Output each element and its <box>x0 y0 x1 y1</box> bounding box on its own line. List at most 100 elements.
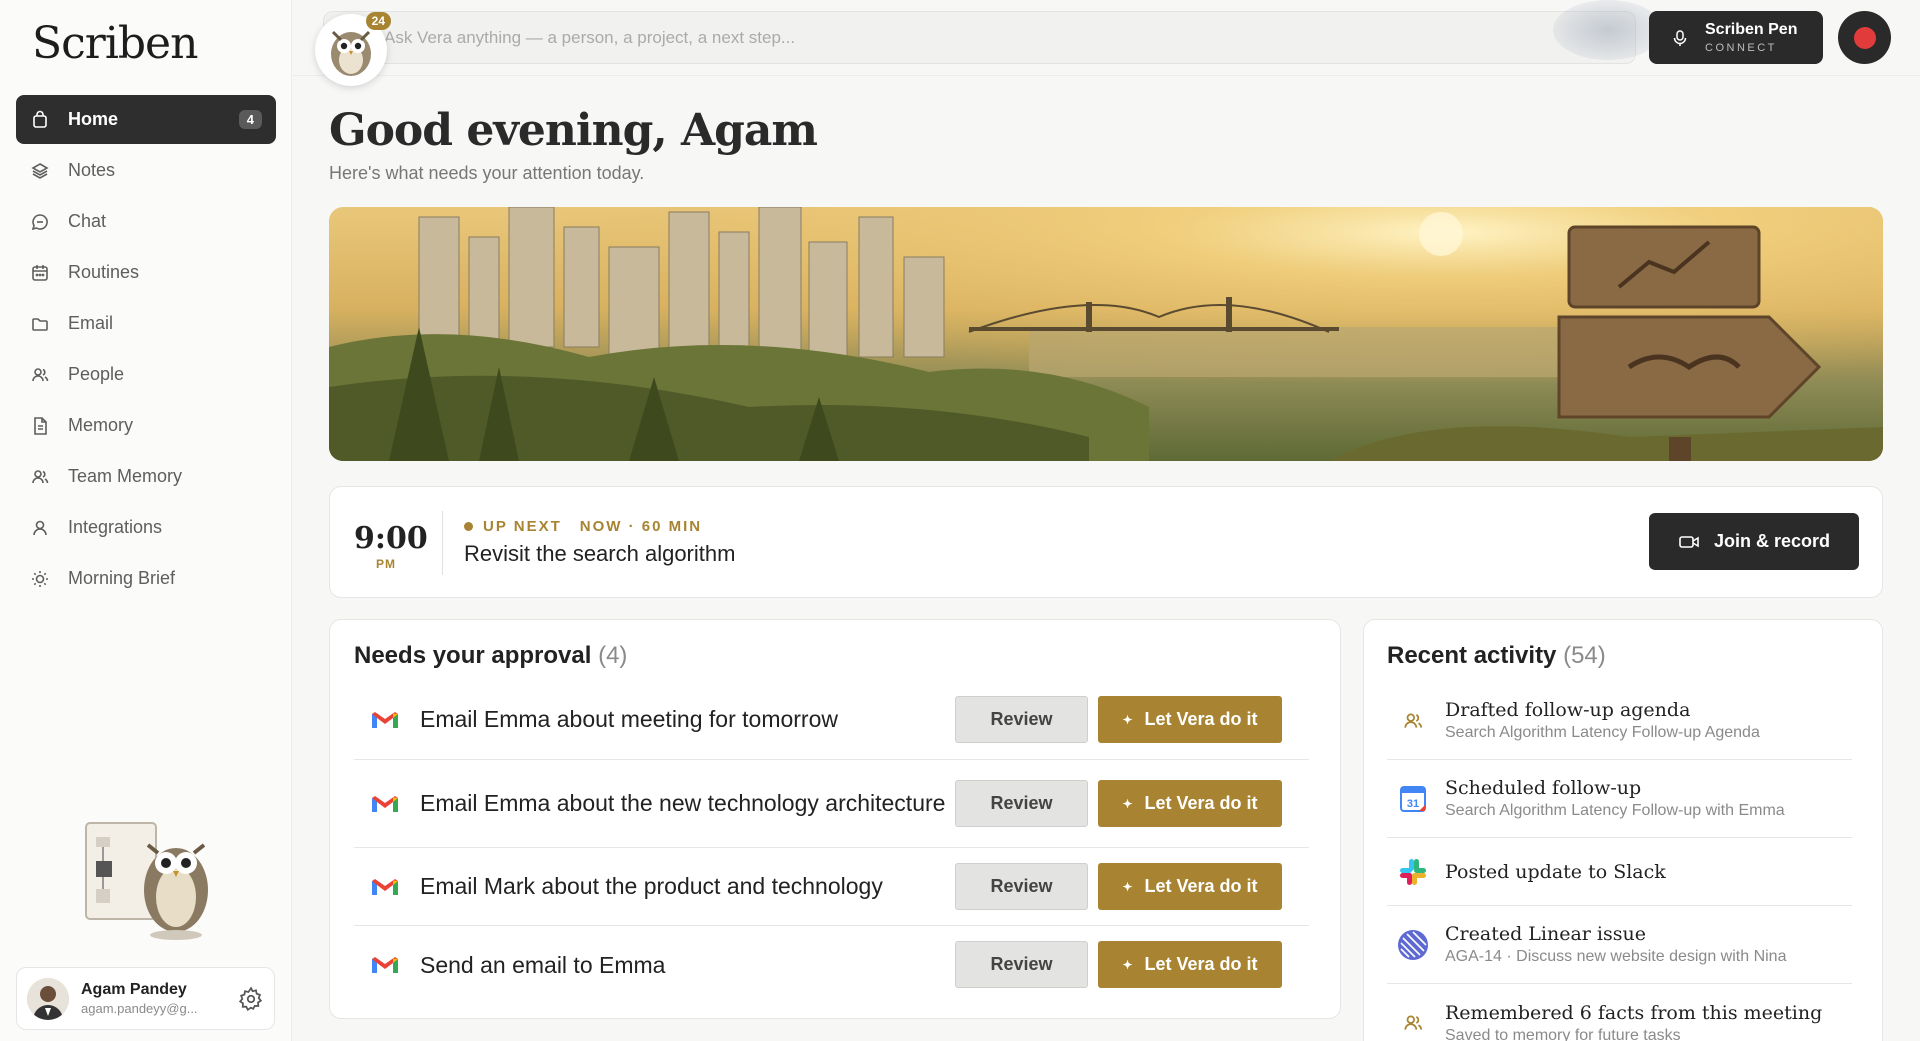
top-bar: 24 Scriben Pen CONNECT <box>293 0 1920 86</box>
event-title: Revisit the search algorithm <box>464 541 736 566</box>
sidebar-item-people[interactable]: People <box>16 350 276 399</box>
sidebar-item-team-memory[interactable]: Team Memory <box>16 452 276 501</box>
activity-title: Scheduled follow-up <box>1445 777 1642 799</box>
hero-banner-image <box>329 207 1883 461</box>
activity-title: Posted update to Slack <box>1445 860 1666 883</box>
approval-item: Email Emma about the new technology arch… <box>354 760 1309 848</box>
activity-subtitle: Saved to memory for future tasks <box>1445 1026 1681 1041</box>
home-icon <box>30 110 50 130</box>
search-input[interactable] <box>384 12 1584 63</box>
let-vera-do-it-button[interactable]: ✦ Let Vera do it <box>1098 696 1282 743</box>
divider <box>442 511 443 575</box>
sidebar-item-label: Email <box>68 313 114 333</box>
vera-button-label: Let Vera do it <box>1144 709 1258 729</box>
sidebar-item-label: Morning Brief <box>68 568 176 588</box>
activity-subtitle: Search Algorithm Latency Follow-up Agend… <box>1445 724 1760 741</box>
gear-icon[interactable] <box>238 985 264 1012</box>
activity-item[interactable]: 31 Scheduled follow-up Search Algorithm … <box>1387 760 1852 838</box>
sidebar-item-label: Integrations <box>68 517 163 537</box>
activity-count: (54) <box>1563 642 1606 669</box>
status-dot-icon <box>464 522 473 531</box>
approval-count: (4) <box>598 642 628 669</box>
pen-subtitle: CONNECT <box>1705 42 1777 54</box>
sidebar-item-routines[interactable]: Routines <box>16 248 276 297</box>
review-button[interactable]: Review <box>955 941 1088 988</box>
sidebar-item-label: Home <box>68 109 119 129</box>
activity-item[interactable]: Drafted follow-up agenda Search Algorith… <box>1387 682 1852 760</box>
approval-title: Needs your approval (4) <box>354 642 627 670</box>
owl-illustration <box>85 822 208 940</box>
review-button[interactable]: Review <box>955 863 1088 910</box>
activity-title-text: Recent activity <box>1387 642 1557 669</box>
sun-icon <box>30 569 50 589</box>
sidebar-item-email[interactable]: Email <box>16 299 276 348</box>
join-and-record-button[interactable]: Join & record <box>1649 513 1859 570</box>
microphone-icon <box>1673 29 1687 46</box>
search-bar <box>323 11 1636 64</box>
page-title: Good evening, Agam <box>329 105 818 156</box>
activity-text: Remembered 6 facts from this meeting Sav… <box>1445 1002 1822 1041</box>
people-icon <box>1395 1005 1431 1041</box>
home-count-badge: 4 <box>238 110 262 129</box>
sidebar-item-memory[interactable]: Memory <box>16 401 276 450</box>
user-name: Agam Pandey <box>81 981 187 998</box>
sidebar-item-notes[interactable]: Notes <box>16 146 276 195</box>
sidebar-item-morning-brief[interactable]: Morning Brief <box>16 554 276 603</box>
approval-item: Email Emma about meeting for tomorrow Re… <box>354 680 1309 760</box>
approval-item-text: Email Emma about meeting for tomorrow <box>420 706 838 732</box>
join-button-label: Join & record <box>1713 531 1831 551</box>
sparkle-icon: ✦ <box>1122 879 1133 894</box>
review-button[interactable]: Review <box>955 780 1088 827</box>
record-dot-icon <box>1853 26 1876 49</box>
sidebar-item-label: Routines <box>68 262 140 282</box>
sidebar-item-label: Team Memory <box>68 466 183 486</box>
gmail-icon <box>372 878 398 895</box>
sidebar-item-integrations[interactable]: Integrations <box>16 503 276 552</box>
person-icon <box>30 518 50 538</box>
activity-item[interactable]: Remembered 6 facts from this meeting Sav… <box>1387 984 1852 1041</box>
gmail-icon <box>372 711 398 728</box>
activity-item[interactable]: Created Linear issue AGA-14 · Discuss ne… <box>1387 906 1852 984</box>
calendar-icon <box>30 263 50 283</box>
activity-text: Posted update to Slack <box>1445 861 1666 883</box>
activity-subtitle: AGA-14 · Discuss new website design with… <box>1445 948 1787 965</box>
vera-button-label: Let Vera do it <box>1144 876 1258 896</box>
up-next-meta: UP NEXT NOW · 60 MIN <box>464 518 702 535</box>
review-button[interactable]: Review <box>955 696 1088 743</box>
up-next-label: UP NEXT <box>483 518 562 535</box>
vera-owl-avatar[interactable]: 24 <box>315 12 391 86</box>
sparkle-icon: ✦ <box>1122 957 1133 972</box>
let-vera-do-it-button[interactable]: ✦ Let Vera do it <box>1098 780 1282 827</box>
approval-panel: Needs your approval (4) Email Emma about… <box>329 619 1341 1019</box>
scriben-pen-connect-button[interactable]: Scriben Pen CONNECT <box>1649 11 1823 64</box>
let-vera-do-it-button[interactable]: ✦ Let Vera do it <box>1098 863 1282 910</box>
sparkle-icon: ✦ <box>1122 712 1133 727</box>
city-sunset-illustration <box>329 207 1883 461</box>
sidebar-item-label: Notes <box>68 160 116 180</box>
vera-button-label: Let Vera do it <box>1144 793 1258 813</box>
avatar <box>27 977 69 1020</box>
activity-title: Drafted follow-up agenda <box>1445 699 1691 721</box>
sparkle-icon: ✦ <box>1122 796 1133 811</box>
sidebar-item-chat[interactable]: Chat <box>16 197 276 246</box>
chat-icon <box>30 212 50 232</box>
blur-overlay <box>1553 0 1663 60</box>
folder-icon <box>30 314 50 334</box>
activity-text: Created Linear issue AGA-14 · Discuss ne… <box>1445 923 1786 966</box>
approval-item-text: Send an email to Emma <box>420 951 666 978</box>
people-icon <box>30 365 50 385</box>
app-logo[interactable]: Scriben <box>32 18 198 69</box>
event-time: 9:00 <box>354 521 428 556</box>
user-email: agam.pandeyy@g... <box>81 1001 198 1016</box>
gmail-icon <box>372 795 398 812</box>
page-subtitle: Here's what needs your attention today. <box>329 163 645 183</box>
approval-item-text: Email Mark about the product and technol… <box>420 873 883 899</box>
sidebar-item-home[interactable]: Home 4 <box>16 95 276 144</box>
record-button[interactable] <box>1838 11 1891 64</box>
pen-button-text: Scriben Pen CONNECT <box>1705 21 1797 54</box>
sidebar-item-label: Chat <box>68 211 107 231</box>
approval-title-text: Needs your approval <box>354 642 592 669</box>
let-vera-do-it-button[interactable]: ✦ Let Vera do it <box>1098 941 1282 988</box>
activity-item[interactable]: Posted update to Slack <box>1387 838 1852 906</box>
user-card[interactable]: Agam Pandey agam.pandeyy@g... <box>16 967 275 1030</box>
